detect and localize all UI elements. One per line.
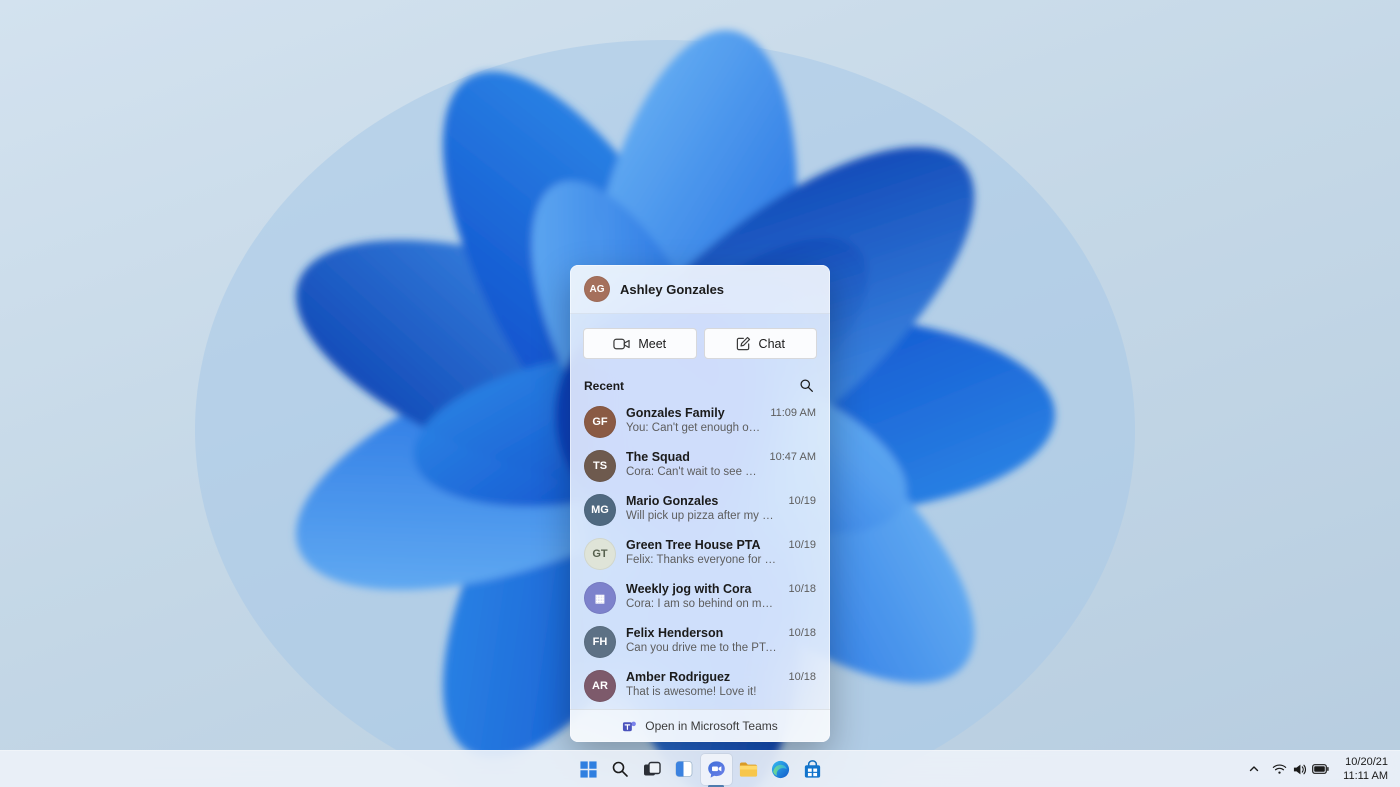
conversation-text: Gonzales Family You: Can't get enough of…: [626, 406, 760, 434]
meet-button-label: Meet: [638, 336, 667, 351]
taskbar: 10/20/21 11:11 AM: [0, 750, 1400, 787]
conversation-preview: Cora: Can't wait to see everyone!: [626, 466, 760, 478]
avatar-initials: MG: [591, 504, 609, 516]
avatar: GF: [584, 406, 616, 438]
volume-icon: [1294, 764, 1307, 774]
avatar-initials: AR: [592, 680, 608, 692]
avatar: TS: [584, 450, 616, 482]
search-icon: [800, 379, 813, 392]
widgets-button[interactable]: [669, 754, 700, 785]
teams-chat-flyout: AG Ashley Gonzales Meet Chat Recent GF G…: [570, 265, 830, 742]
system-tray: 10/20/21 11:11 AM: [1242, 751, 1396, 787]
clock-and-date[interactable]: 10/20/21 11:11 AM: [1335, 754, 1396, 785]
taskbar-center-icons: [572, 751, 828, 787]
file-explorer-icon: [739, 762, 757, 777]
calendar-avatar-icon: ▦: [584, 582, 616, 614]
store-icon: [804, 759, 820, 778]
conversation-text: Felix Henderson Can you drive me to the …: [626, 626, 778, 654]
store-button[interactable]: [797, 754, 828, 785]
conversation-item-felix-henderson[interactable]: FH Felix Henderson Can you drive me to t…: [570, 620, 830, 664]
conversation-preview: Can you drive me to the PTA today?: [626, 642, 779, 654]
conversation-text: Weekly jog with Cora Cora: I am so behin…: [626, 582, 778, 610]
widgets-icon: [675, 761, 693, 777]
recent-header-bar: Recent: [570, 368, 830, 398]
flyout-actions: Meet Chat: [570, 314, 830, 368]
conversation-name: Mario Gonzales: [626, 494, 719, 508]
conversation-name: Amber Rodriguez: [626, 670, 731, 684]
teams-logo-icon: [623, 721, 637, 731]
conversation-item-amber-rodriguez[interactable]: AR Amber Rodriguez That is awesome! Love…: [570, 664, 830, 708]
desktop: AG Ashley Gonzales Meet Chat Recent GF G…: [0, 0, 1400, 787]
chat-button[interactable]: Chat: [703, 328, 817, 359]
open-in-teams-label: Open in Microsoft Teams: [645, 719, 778, 733]
flyout-header: AG Ashley Gonzales: [570, 265, 830, 314]
avatar-initials: FH: [592, 636, 608, 648]
conversation-item-gonzales-family[interactable]: GF Gonzales Family You: Can't get enough…: [570, 400, 830, 444]
conversation-item-mario-gonzales[interactable]: MG Mario Gonzales Will pick up pizza aft…: [570, 488, 830, 532]
tray-date: 10/20/21: [1345, 755, 1388, 768]
edge-icon: [771, 760, 789, 778]
quick-settings-button[interactable]: [1266, 754, 1335, 785]
conversation-time: 10/18: [788, 627, 816, 639]
search-conversations-button[interactable]: [797, 376, 816, 395]
edge-button[interactable]: [765, 754, 796, 785]
conversation-name: Weekly jog with Cora: [626, 582, 752, 596]
conversation-name: Green Tree House PTA: [626, 538, 761, 552]
conversation-preview: Cora: I am so behind on my step goals.: [626, 598, 778, 610]
avatar-initials: GT: [592, 548, 608, 560]
conversation-text: Mario Gonzales Will pick up pizza after …: [626, 494, 778, 522]
conversation-item-the-squad[interactable]: TS The Squad Cora: Can't wait to see eve…: [570, 444, 830, 488]
conversation-item-green-tree-house-pta[interactable]: GT Green Tree House PTA Felix: Thanks ev…: [570, 532, 830, 576]
conversation-list: GF Gonzales Family You: Can't get enough…: [570, 398, 830, 709]
avatar-glyph: ▦: [594, 592, 606, 605]
task-view-icon: [644, 761, 661, 776]
avatar: MG: [584, 494, 616, 526]
meet-button[interactable]: Meet: [583, 328, 697, 359]
compose-icon: [736, 336, 750, 351]
conversation-preview: Will pick up pizza after my practice.: [626, 510, 779, 522]
conversation-time: 10:47 AM: [769, 451, 816, 463]
conversation-time: 10/18: [788, 583, 816, 595]
avatar-initials: GF: [592, 416, 608, 428]
chat-taskbar-button[interactable]: [700, 753, 732, 787]
conversation-name: Felix Henderson: [626, 626, 724, 640]
show-hidden-icons-button[interactable]: [1242, 754, 1266, 785]
avatar-initials: AG: [589, 283, 605, 295]
start-icon: [579, 760, 597, 778]
conversation-name: The Squad: [626, 450, 690, 464]
task-view-button[interactable]: [637, 754, 668, 785]
user-avatar[interactable]: AG: [584, 276, 610, 302]
conversation-time: 11:09 AM: [770, 407, 816, 419]
chat-button-label: Chat: [758, 336, 785, 351]
chevron-up-icon: [1249, 766, 1259, 772]
conversation-preview: That is awesome! Love it!: [626, 686, 757, 698]
avatar-initials: TS: [592, 460, 608, 472]
conversation-time: 10/19: [788, 495, 816, 507]
tray-time: 11:11 AM: [1343, 770, 1388, 782]
wifi-icon: [1272, 764, 1287, 774]
conversation-preview: You: Can't get enough of her.: [626, 422, 761, 434]
avatar: FH: [584, 626, 616, 658]
conversation-time: 10/19: [788, 539, 816, 551]
start-button[interactable]: [573, 754, 604, 785]
file-explorer-button[interactable]: [733, 754, 764, 785]
conversation-text: Green Tree House PTA Felix: Thanks every…: [626, 538, 778, 566]
search-button[interactable]: [605, 754, 636, 785]
video-camera-icon: [613, 338, 631, 349]
open-in-microsoft-teams-button[interactable]: Open in Microsoft Teams: [570, 709, 830, 742]
conversation-item-weekly-jog-with-cora[interactable]: ▦ Weekly jog with Cora Cora: I am so beh…: [570, 576, 830, 620]
conversation-name: Gonzales Family: [626, 406, 725, 420]
chat-icon: [707, 760, 725, 778]
battery-icon: [1312, 764, 1329, 774]
avatar: GT: [584, 538, 616, 570]
user-name: Ashley Gonzales: [620, 281, 725, 297]
avatar: AR: [584, 670, 616, 702]
conversation-preview: Felix: Thanks everyone for attending tod…: [626, 554, 778, 566]
conversation-text: The Squad Cora: Can't wait to see everyo…: [626, 450, 760, 478]
search-icon: [612, 761, 628, 777]
recent-label: Recent: [584, 378, 625, 393]
conversation-text: Amber Rodriguez That is awesome! Love it…: [626, 670, 778, 698]
conversation-time: 10/18: [788, 671, 816, 683]
